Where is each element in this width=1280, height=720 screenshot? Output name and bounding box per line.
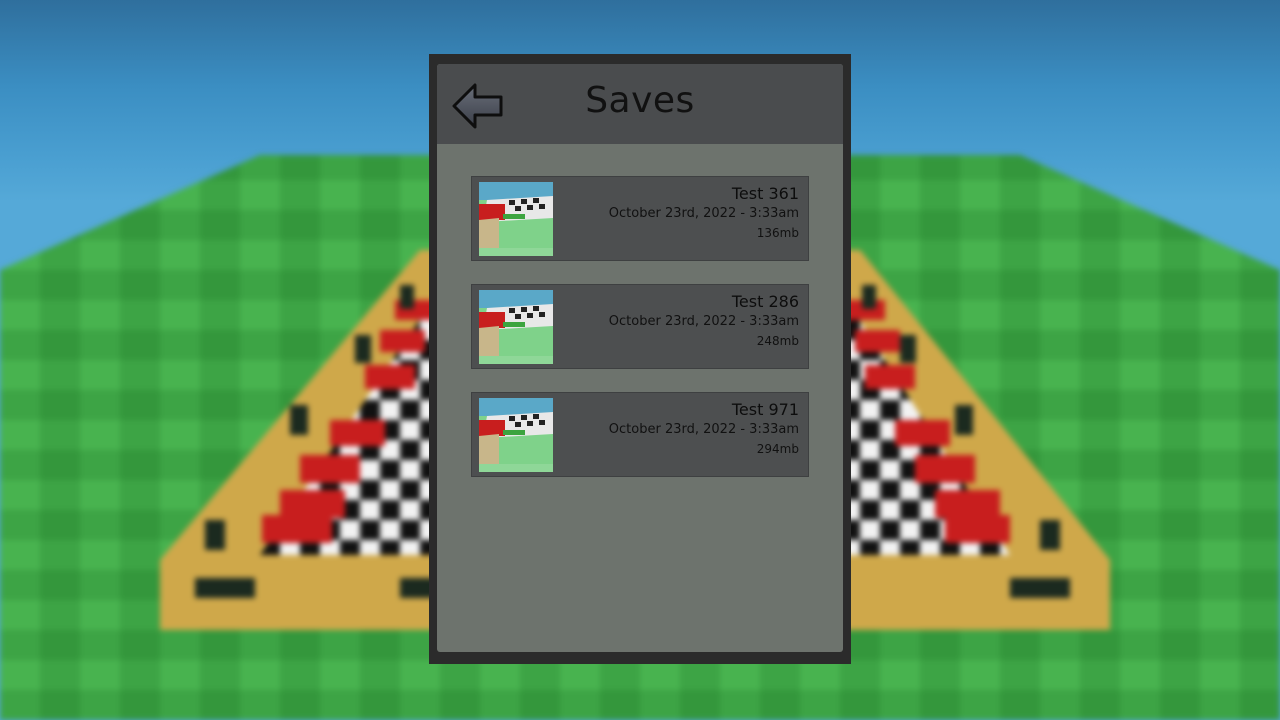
save-thumbnail bbox=[479, 398, 553, 472]
saves-panel-body: Saves Test 361 October 23rd, 2022 - 3:33… bbox=[437, 64, 843, 652]
save-size: 294mb bbox=[756, 442, 799, 456]
save-size: 136mb bbox=[756, 226, 799, 240]
save-thumbnail bbox=[479, 290, 553, 364]
save-thumbnail bbox=[479, 182, 553, 256]
save-name: Test 361 bbox=[731, 184, 799, 203]
save-date: October 23rd, 2022 - 3:33am bbox=[608, 422, 799, 437]
page-title: Saves bbox=[585, 80, 695, 121]
save-slot-2[interactable]: Test 286 October 23rd, 2022 - 3:33am 248… bbox=[471, 284, 809, 369]
save-slot-3[interactable]: Test 971 October 23rd, 2022 - 3:33am 294… bbox=[471, 392, 809, 477]
saves-header: Saves bbox=[437, 64, 843, 144]
save-name: Test 286 bbox=[731, 292, 799, 311]
save-list: Test 361 October 23rd, 2022 - 3:33am 136… bbox=[471, 176, 809, 500]
save-slot-1[interactable]: Test 361 October 23rd, 2022 - 3:33am 136… bbox=[471, 176, 809, 261]
saves-panel: Saves Test 361 October 23rd, 2022 - 3:33… bbox=[429, 54, 851, 664]
save-name: Test 971 bbox=[731, 400, 799, 419]
save-date: October 23rd, 2022 - 3:33am bbox=[608, 314, 799, 329]
save-date: October 23rd, 2022 - 3:33am bbox=[608, 206, 799, 221]
save-size: 248mb bbox=[756, 334, 799, 348]
